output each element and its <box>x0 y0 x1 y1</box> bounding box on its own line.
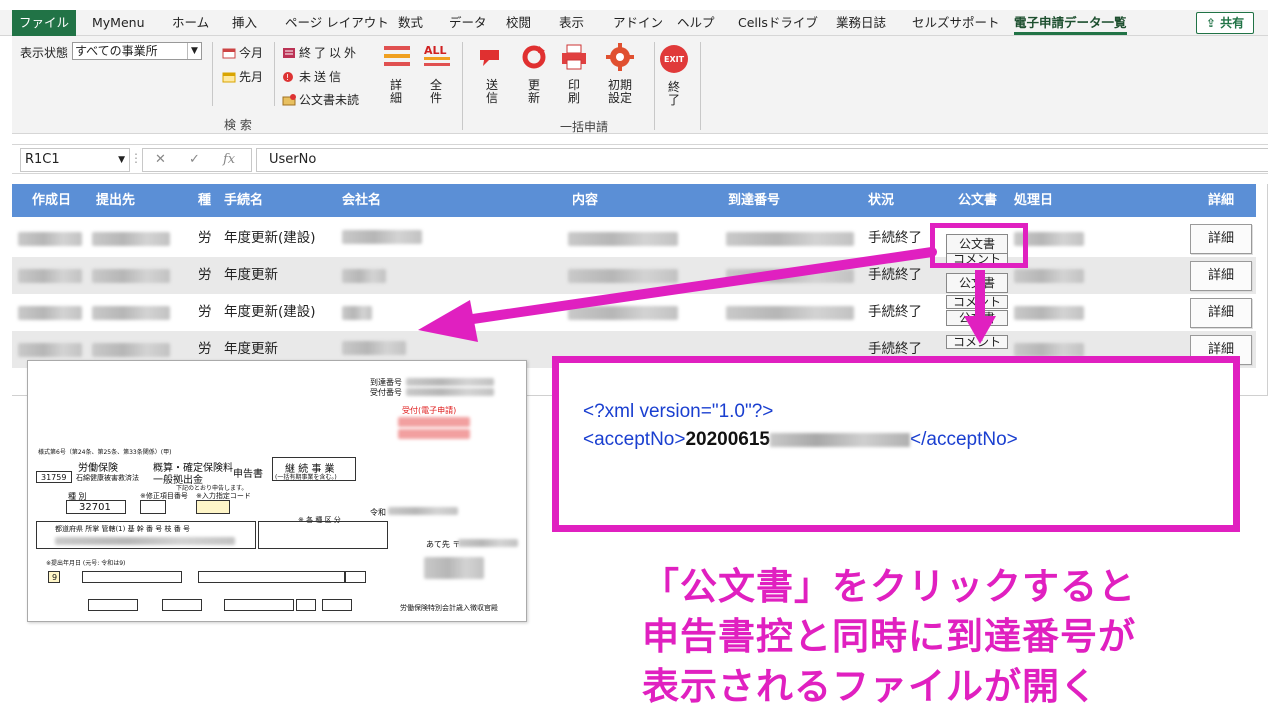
redacted-text <box>770 432 911 447</box>
accept-no-value: 20200615 <box>685 429 771 450</box>
redacted-text <box>458 539 518 547</box>
address-label: あて先 〒 <box>426 540 461 549</box>
report-document-preview: 到達番号 受付番号 受付(電子申請) 様式第6号（第24条、第25条、第33条関… <box>27 360 527 622</box>
redacted-text <box>398 429 470 439</box>
code-text: 石綿健康被害救済法 <box>76 474 139 482</box>
arrow-to-xml-icon <box>964 270 996 344</box>
redacted-text <box>388 507 458 515</box>
xml-file-preview: <?xml version="1.0"?> <acceptNo>20200615… <box>552 356 1240 532</box>
form-box <box>224 599 294 611</box>
form-box <box>140 500 166 514</box>
xml-declaration: <?xml version="1.0"?> <box>583 401 774 422</box>
form-box <box>196 500 230 514</box>
date-box <box>198 571 346 583</box>
redacted-text <box>398 417 470 427</box>
xml-accept-no-line: <acceptNo>20200615 </acceptNo> <box>583 429 1018 450</box>
date-box <box>82 571 182 583</box>
form-box <box>322 599 352 611</box>
redacted-text <box>406 378 494 386</box>
code-box: 31759 <box>36 471 72 483</box>
insurance-title: 労働保険 <box>78 463 118 474</box>
caption-line-1: 「公文書」をクリックすると <box>642 565 1136 608</box>
report-title: 申告書 <box>233 469 263 480</box>
receipt-stamp: 受付(電子申請) <box>402 406 457 415</box>
date-box <box>344 571 366 583</box>
era-box: 9 <box>48 571 60 583</box>
redacted-text <box>424 557 484 579</box>
reiwa-label: 令和 <box>370 508 386 517</box>
form-box <box>162 599 202 611</box>
form-number: 様式第6号（第24条、第25条、第33条関係）(甲) <box>38 449 172 456</box>
caption-line-3: 表示されるファイルが開く <box>642 665 1098 708</box>
form-box <box>88 599 138 611</box>
caption-line-2: 申告書控と同時に到達番号が <box>642 615 1136 658</box>
category-grid <box>258 521 388 549</box>
arrow-to-document-icon <box>418 247 937 342</box>
submit-date-label: ※提出年月日 (元号: 令和は9) <box>46 560 126 567</box>
office-number-grid: 都道府県 所掌 管轄(1) 基 幹 番 号 枝 番 号 <box>36 521 256 549</box>
form-box <box>296 599 316 611</box>
kind-box: 32701 <box>66 500 126 514</box>
continuing-box: 継 続 事 業 (一括有期事業を含む。) <box>272 457 356 481</box>
office-label: 労働保険特別会計歳入徴収官殿 <box>400 604 498 612</box>
redacted-text <box>406 388 494 396</box>
receipt-no-label: 受付番号 <box>370 388 402 397</box>
